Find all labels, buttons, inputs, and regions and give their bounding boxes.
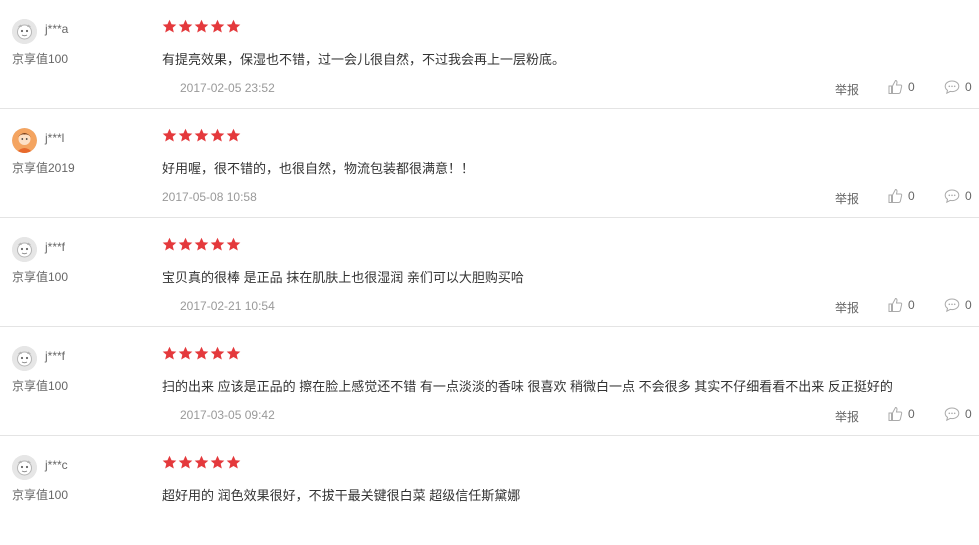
comment-icon [944, 298, 960, 313]
avatar[interactable] [12, 19, 37, 44]
like-button[interactable]: 0 [887, 406, 915, 422]
review-date: 2017-02-21 10:54 [180, 299, 275, 313]
star-icon [162, 237, 177, 251]
avatar[interactable] [12, 455, 37, 480]
star-icon [178, 455, 193, 469]
star-icon [194, 346, 209, 360]
reply-count: 0 [965, 80, 972, 94]
review-date: 2017-02-05 23:52 [180, 81, 275, 95]
username: j***a [45, 22, 69, 36]
thumbs-up-icon [888, 406, 903, 421]
star-icon [178, 346, 193, 360]
like-count: 0 [908, 407, 915, 421]
report-link[interactable]: 举报 [835, 190, 859, 207]
star-icon [162, 128, 177, 142]
star-icon [226, 346, 241, 360]
user-level: 京享值100 [12, 379, 69, 393]
default-avatar-icon [12, 455, 37, 480]
like-count: 0 [908, 189, 915, 203]
thumbs-up-icon [888, 79, 903, 94]
reply-button[interactable]: 0 [944, 297, 972, 313]
star-icon [226, 19, 241, 33]
reply-button[interactable]: 0 [944, 406, 972, 422]
username: j***l [45, 131, 65, 145]
user-level: 京享值100 [12, 270, 69, 284]
reply-count: 0 [965, 407, 972, 421]
review-content: 扫的出来 应该是正品的 擦在脸上感觉还不错 有一点淡淡的香味 很喜欢 稍微白一点… [162, 379, 893, 394]
star-icon [178, 237, 193, 251]
star-icon [226, 455, 241, 469]
user-photo-icon [12, 128, 37, 153]
reply-count: 0 [965, 189, 972, 203]
review-item: j***c 京享值100 超好用的 润色效果很好，不拔干最关键很白菜 超级信任斯… [0, 436, 979, 545]
star-icon [162, 19, 177, 33]
like-button[interactable]: 0 [887, 79, 915, 95]
like-button[interactable]: 0 [887, 297, 915, 313]
review-item: j***a 京享值100 有提亮效果，保湿也不错，过一会儿很自然，不过我会再上一… [0, 0, 979, 109]
like-button[interactable]: 0 [887, 188, 915, 204]
comment-icon [944, 80, 960, 95]
star-icon [210, 237, 225, 251]
default-avatar-icon [12, 346, 37, 371]
reply-button[interactable]: 0 [944, 188, 972, 204]
star-icon [210, 19, 225, 33]
review-item: j***f 京享值100 宝贝真的很棒 是正品 抹在肌肤上也很湿润 亲们可以大胆… [0, 218, 979, 327]
like-count: 0 [908, 80, 915, 94]
star-icon [226, 237, 241, 251]
username: j***f [45, 349, 66, 363]
star-icon [162, 346, 177, 360]
review-content: 超好用的 润色效果很好，不拔干最关键很白菜 超级信任斯黛娜 [162, 488, 521, 503]
star-icon [194, 237, 209, 251]
username: j***c [45, 458, 68, 472]
comment-icon [944, 407, 960, 422]
default-avatar-icon [12, 237, 37, 262]
review-date: 2017-03-05 09:42 [180, 408, 275, 422]
review-item: j***f 京享值100 扫的出来 应该是正品的 擦在脸上感觉还不错 有一点淡淡… [0, 327, 979, 436]
username: j***f [45, 240, 66, 254]
review-item: j***l 京享值2019 好用喔，很不错的，也很自然，物流包装都很满意！！ 2… [0, 109, 979, 218]
star-icon [178, 19, 193, 33]
user-level: 京享值2019 [12, 161, 75, 175]
review-content: 好用喔，很不错的，也很自然，物流包装都很满意！！ [162, 161, 475, 176]
star-icon [194, 455, 209, 469]
star-icon [226, 128, 241, 142]
user-level: 京享值100 [12, 488, 69, 502]
star-icon [210, 455, 225, 469]
star-icon [162, 455, 177, 469]
like-count: 0 [908, 298, 915, 312]
review-date: 2017-05-08 10:58 [162, 190, 257, 204]
star-icon [210, 346, 225, 360]
default-avatar-icon [12, 19, 37, 44]
star-rating [162, 455, 241, 470]
avatar[interactable] [12, 346, 37, 371]
star-icon [178, 128, 193, 142]
thumbs-up-icon [888, 297, 903, 312]
star-icon [210, 128, 225, 142]
star-rating [162, 346, 241, 361]
thumbs-up-icon [888, 188, 903, 203]
user-level: 京享值100 [12, 52, 69, 66]
review-content: 宝贝真的很棒 是正品 抹在肌肤上也很湿润 亲们可以大胆购买哈 [162, 270, 524, 285]
review-content: 有提亮效果，保湿也不错，过一会儿很自然，不过我会再上一层粉底。 [162, 52, 566, 67]
comment-icon [944, 189, 960, 204]
report-link[interactable]: 举报 [835, 299, 859, 316]
reply-count: 0 [965, 298, 972, 312]
star-rating [162, 19, 241, 34]
avatar[interactable] [12, 237, 37, 262]
report-link[interactable]: 举报 [835, 81, 859, 98]
avatar[interactable] [12, 128, 37, 153]
report-link[interactable]: 举报 [835, 408, 859, 425]
star-rating [162, 128, 241, 143]
star-rating [162, 237, 241, 252]
reply-button[interactable]: 0 [944, 79, 972, 95]
review-list: j***a 京享值100 有提亮效果，保湿也不错，过一会儿很自然，不过我会再上一… [0, 0, 979, 545]
star-icon [194, 128, 209, 142]
star-icon [194, 19, 209, 33]
